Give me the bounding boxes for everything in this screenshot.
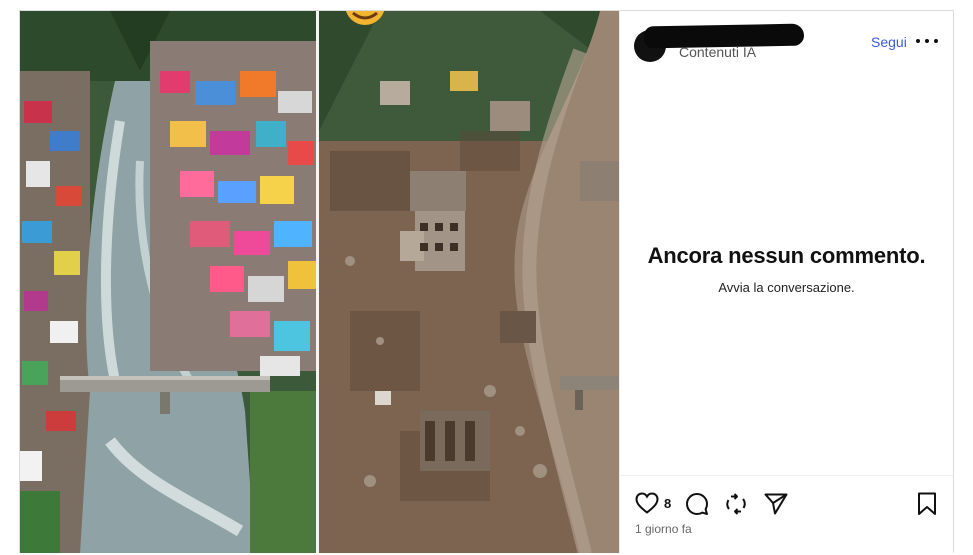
bookmark-icon[interactable]	[917, 492, 937, 521]
action-bar: 8 1 giorno fa	[620, 475, 953, 555]
more-options-icon[interactable]	[916, 32, 938, 50]
empty-comments-subtitle: Avvia la conversazione.	[718, 280, 855, 295]
empty-comments: Ancora nessun commento. Avvia la convers…	[620, 243, 953, 295]
empty-comments-title: Ancora nessun commento.	[647, 243, 926, 268]
send-icon[interactable]	[764, 493, 788, 520]
post-header: Contenuti IA Segui	[620, 11, 953, 73]
ai-content-label: Contenuti IA	[679, 44, 757, 60]
repost-icon[interactable]	[724, 492, 748, 521]
post-timestamp[interactable]: 1 giorno fa	[635, 522, 692, 536]
comment-icon[interactable]	[685, 492, 709, 521]
post-sidebar: Contenuti IA Segui Ancora nessun comment…	[619, 11, 953, 553]
like-count[interactable]: 8	[664, 496, 671, 511]
post-image	[20, 11, 619, 553]
follow-button[interactable]: Segui	[871, 34, 907, 50]
heart-icon[interactable]	[635, 492, 659, 519]
post-media[interactable]	[20, 11, 619, 553]
post-container: Contenuti IA Segui Ancora nessun comment…	[19, 10, 954, 553]
